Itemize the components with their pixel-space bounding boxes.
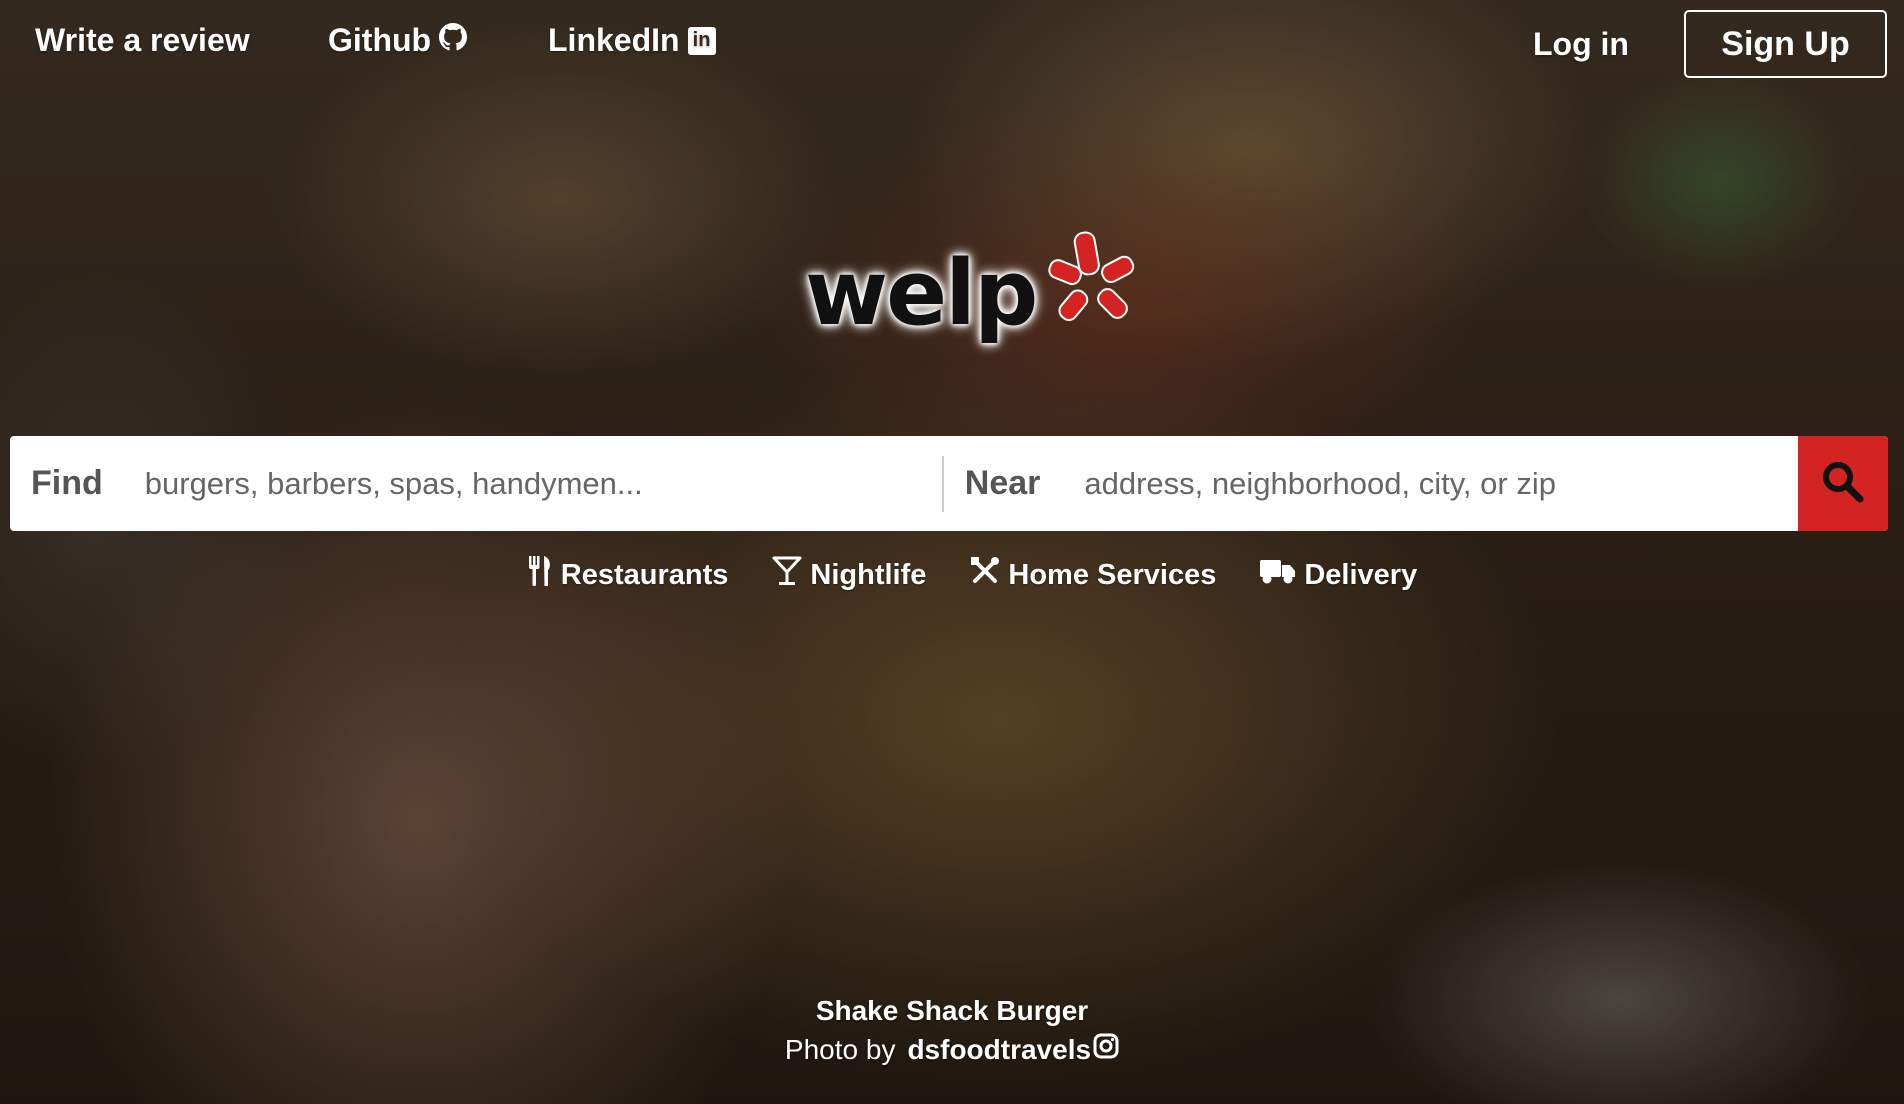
github-icon (439, 22, 468, 59)
find-input[interactable] (142, 452, 927, 515)
yelp-burst-icon (1042, 228, 1142, 343)
linkedin-icon: in (687, 26, 716, 55)
category-label: Delivery (1304, 558, 1418, 591)
search-icon (1820, 459, 1866, 508)
category-nav: Restaurants Nightlife Home Services Deli… (0, 556, 1904, 594)
search-divider (941, 455, 944, 512)
photo-credit-line: Photo by dsfoodtravels (785, 1033, 1119, 1066)
category-label: Home Services (1008, 558, 1217, 591)
signup-button[interactable]: Sign Up (1684, 10, 1887, 78)
search-button[interactable] (1798, 436, 1888, 531)
hero-overlay (0, 0, 1904, 1104)
photo-author-name: dsfoodtravels (907, 1033, 1092, 1065)
github-link[interactable]: Github (328, 22, 468, 59)
utensils-icon (527, 556, 553, 594)
login-label: Log in (1533, 26, 1629, 62)
write-review-label: Write a review (35, 22, 250, 58)
login-link[interactable]: Log in (1533, 26, 1629, 63)
category-home-services[interactable]: Home Services (970, 556, 1216, 594)
category-nightlife[interactable]: Nightlife (772, 556, 926, 594)
write-review-link[interactable]: Write a review (35, 22, 250, 59)
photo-title: Shake Shack Burger (815, 995, 1089, 1026)
category-label: Nightlife (810, 558, 927, 591)
linkedin-link[interactable]: LinkedIn in (548, 22, 716, 59)
near-label: Near (964, 464, 1041, 502)
welp-logo[interactable]: welp (805, 228, 1142, 339)
photo-by-label: Photo by (784, 1033, 896, 1065)
cocktail-icon (772, 556, 802, 594)
find-label: Find (31, 464, 103, 502)
truck-icon (1260, 557, 1296, 593)
search-bar: Find Near (10, 436, 1888, 531)
logo-wordmark: welp (805, 241, 1038, 346)
github-label: Github (328, 22, 432, 58)
instagram-icon (1093, 1033, 1119, 1066)
tools-icon (970, 556, 1000, 594)
category-restaurants[interactable]: Restaurants (527, 556, 729, 594)
category-delivery[interactable]: Delivery (1260, 556, 1417, 594)
category-label: Restaurants (560, 558, 729, 591)
photo-credit: Shake Shack Burger Photo by dsfoodtravel… (0, 995, 1904, 1066)
photo-author-link[interactable]: dsfoodtravels (907, 1033, 1119, 1066)
near-input[interactable] (1082, 452, 1787, 515)
linkedin-label: LinkedIn (548, 22, 680, 58)
